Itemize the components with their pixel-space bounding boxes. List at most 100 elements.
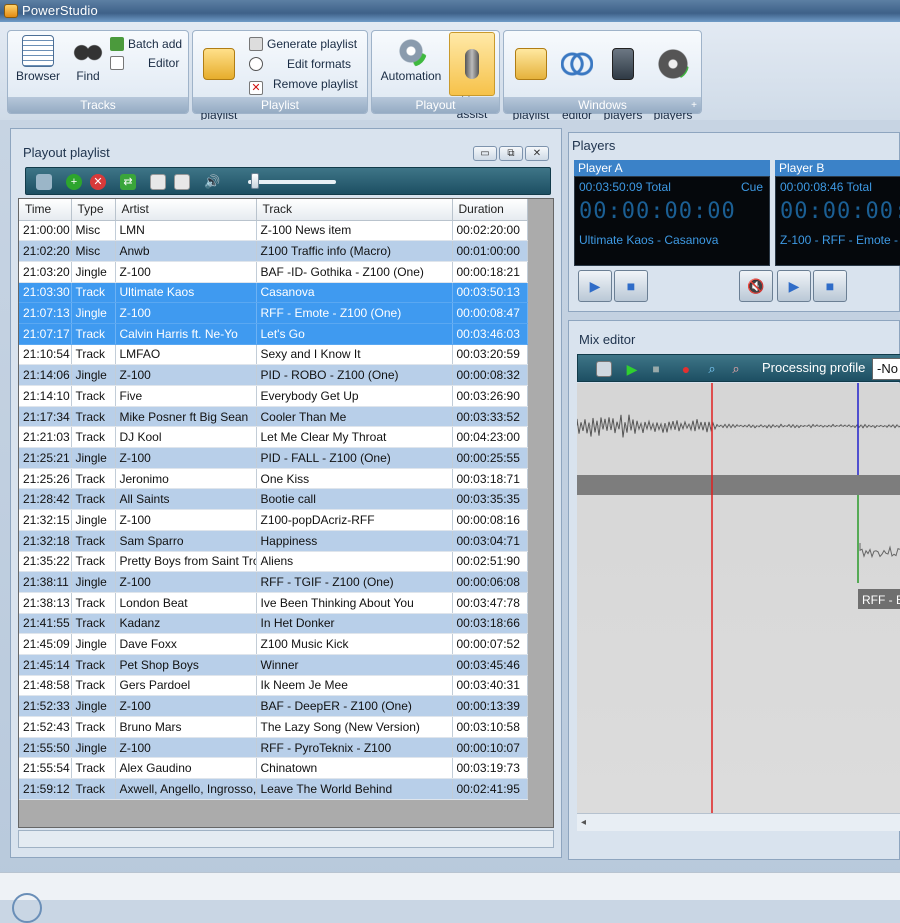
player-b-mute-button[interactable]: 🔇 (739, 270, 773, 302)
cell-track: Cooler Than Me (256, 406, 453, 428)
cell-track: One Kiss (256, 468, 453, 490)
waveform-b (859, 543, 900, 559)
waveform-area[interactable]: RFF - Emote - Z100 (One) (576, 383, 900, 813)
table-row[interactable]: 21:07:13 Jingle Z-100 RFF - Emote - Z100 (O… (19, 302, 528, 324)
table-row[interactable]: 21:14:06 Jingle Z-100 PID - ROBO - Z100 (On… (19, 364, 528, 386)
scroll-left-icon[interactable]: ◂ (581, 817, 586, 828)
record-icon[interactable]: ● (678, 361, 694, 377)
automation-button[interactable]: Automation (378, 35, 444, 83)
table-row[interactable]: 21:28:42 Track All Saints Bootie call 00:03:… (19, 488, 528, 511)
automation-gears-icon (395, 35, 427, 67)
table-row[interactable]: 21:03:20 Jingle Z-100 BAF -ID- Gothika - Z1… (19, 261, 528, 283)
refresh-icon[interactable]: ⇄ (120, 174, 136, 190)
player-a-play-button[interactable]: ▶ (578, 270, 612, 302)
processing-profile-select[interactable]: -No profile- (872, 358, 900, 380)
browser-button[interactable]: Browser (14, 35, 62, 83)
table-row[interactable]: 21:32:18 Track Sam Sparro Happiness 00:03:04… (19, 530, 528, 552)
remove-playlist-button[interactable]: ✕ Remove playlist (249, 77, 358, 95)
cell-duration: 00:03:40:31 (452, 675, 528, 697)
cell-type: Track (71, 551, 116, 573)
cell-artist: Z-100 (115, 261, 257, 283)
table-row[interactable]: 21:52:43 Track Bruno Mars The Lazy Song (Ne… (19, 716, 528, 738)
stop-icon[interactable]: ■ (648, 361, 664, 377)
zoom-in-icon[interactable]: ⌕ (704, 361, 720, 377)
generate-playlist-button[interactable]: Generate playlist (249, 37, 357, 51)
table-row[interactable]: 21:59:12 Track Axwell, Angello, Ingrosso, … (19, 778, 528, 800)
add-icon[interactable]: + (66, 174, 82, 190)
remove-playlist-label: Remove playlist (273, 77, 358, 91)
table-row[interactable]: 21:21:03 Track DJ Kool Let Me Clear My Thro… (19, 426, 528, 449)
mix-horizontal-scrollbar[interactable]: ◂ (577, 813, 900, 831)
player-b-track: Z-100 - RFF - Emote - Z100 (One) (780, 233, 900, 247)
live-assist-button[interactable]: Live assist (449, 32, 495, 121)
table-row[interactable]: 21:00:00 Misc LMN Z-100 News item 00:02:20:0… (19, 220, 528, 242)
table-row[interactable]: 21:10:54 Track LMFAO Sexy and I Know It 00:0… (19, 344, 528, 366)
cell-time: 21:25:21 (19, 447, 72, 469)
move-up-icon[interactable] (174, 174, 190, 190)
table-row[interactable]: 21:55:54 Track Alex Gaudino Chinatown 00:03:… (19, 757, 528, 780)
table-row[interactable]: 21:38:11 Jingle Z-100 RFF - TGIF - Z100 (On… (19, 571, 528, 593)
remove-icon[interactable]: ✕ (90, 174, 106, 190)
cell-type: Track (71, 654, 116, 676)
edit-formats-button[interactable]: Edit formats (249, 57, 351, 71)
table-row[interactable]: 21:38:13 Track London Beat Ive Been Thinkin… (19, 592, 528, 614)
table-row[interactable]: 21:25:26 Track Jeronimo One Kiss 00:03:18:71 (19, 468, 528, 490)
restore-button[interactable]: ⧉ (499, 146, 523, 161)
player-b-play-button[interactable]: ▶ (777, 270, 811, 302)
zoom-out-icon[interactable]: ⌕ (728, 361, 744, 377)
column-header-type[interactable]: Type (71, 199, 116, 221)
table-row[interactable]: 21:45:14 Track Pet Shop Boys Winner 00:03:45… (19, 654, 528, 676)
sync-icon[interactable] (36, 174, 52, 190)
move-down-icon[interactable] (150, 174, 166, 190)
player-a-stop-button[interactable]: ■ (614, 270, 648, 302)
cell-duration: 00:03:45:46 (452, 654, 528, 676)
table-row[interactable]: 21:02:20 Misc Anwb Z100 Traffic info (Macro… (19, 240, 528, 262)
cell-track: Leave The World Behind (256, 778, 453, 800)
window-buttons: ▭ ⧉ ✕ (471, 145, 549, 161)
play-icon[interactable]: ▶ (624, 361, 640, 377)
cell-track: RFF - Emote - Z100 (One) (256, 302, 453, 324)
find-button[interactable]: Find (66, 35, 110, 83)
editor-button[interactable]: Editor (110, 56, 179, 70)
batch-add-button[interactable]: Batch add (110, 37, 182, 51)
table-row[interactable]: 21:52:33 Jingle Z-100 BAF - DeepER - Z100 (… (19, 695, 528, 717)
cell-duration: 00:03:33:52 (452, 406, 528, 428)
cell-artist: DJ Kool (115, 426, 257, 449)
table-row[interactable]: 21:55:50 Jingle Z-100 RFF - PyroTeknix - Z1… (19, 737, 528, 759)
table-row[interactable]: 21:07:17 Track Calvin Harris ft. Ne-Yo Let'… (19, 323, 528, 345)
player-b-stop-button[interactable]: ■ (813, 270, 847, 302)
minimize-button[interactable]: ▭ (473, 146, 497, 161)
playlist-status-bar (18, 830, 554, 848)
save-icon[interactable] (596, 361, 612, 377)
cell-type: Track (71, 675, 116, 697)
table-row[interactable]: 21:41:55 Track Kadanz In Het Donker 00:03:18… (19, 613, 528, 635)
table-row[interactable]: 21:35:22 Track Pretty Boys from Saint Tro.… (19, 551, 528, 573)
cell-duration: 00:03:47:78 (452, 592, 528, 614)
table-row[interactable]: 21:25:21 Jingle Z-100 PID - FALL - Z100 (On… (19, 447, 528, 469)
cell-type: Track (71, 778, 116, 800)
windows-launcher-icon[interactable]: + (691, 100, 697, 111)
volume-icon[interactable]: 🔊 (204, 174, 220, 190)
table-row[interactable]: 21:32:15 Jingle Z-100 Z100-popDAcriz-RFF 00:… (19, 509, 528, 531)
cell-time: 21:28:42 (19, 488, 72, 511)
cell-duration: 00:00:08:16 (452, 509, 528, 531)
cell-artist: Z-100 (115, 447, 257, 469)
table-row[interactable]: 21:14:10 Track Five Everybody Get Up 00:03:2… (19, 385, 528, 407)
table-row[interactable]: 21:03:30 Track Ultimate Kaos Casanova 00:03:… (19, 282, 528, 304)
volume-slider-thumb[interactable] (250, 173, 259, 189)
table-row[interactable]: 21:45:09 Jingle Dave Foxx Z100 Music Kick 00… (19, 633, 528, 655)
column-header-time[interactable]: Time (19, 199, 72, 221)
column-header-track[interactable]: Track (256, 199, 453, 221)
volume-slider[interactable] (248, 180, 336, 184)
table-row[interactable]: 21:48:58 Track Gers Pardoel Ik Neem Je Mee 0… (19, 675, 528, 697)
cell-type: Misc (71, 240, 116, 262)
table-row[interactable]: 21:17:34 Track Mike Posner ft Big Sean Cool… (19, 406, 528, 428)
cell-track: Aliens (256, 551, 453, 573)
column-header-duration[interactable]: Duration (452, 199, 528, 221)
cell-type: Track (71, 323, 116, 345)
column-header-artist[interactable]: Artist (115, 199, 257, 221)
status-orb-icon[interactable] (12, 893, 42, 923)
cell-time: 21:14:06 (19, 364, 72, 386)
cell-type: Jingle (71, 633, 116, 655)
close-button[interactable]: ✕ (525, 146, 549, 161)
